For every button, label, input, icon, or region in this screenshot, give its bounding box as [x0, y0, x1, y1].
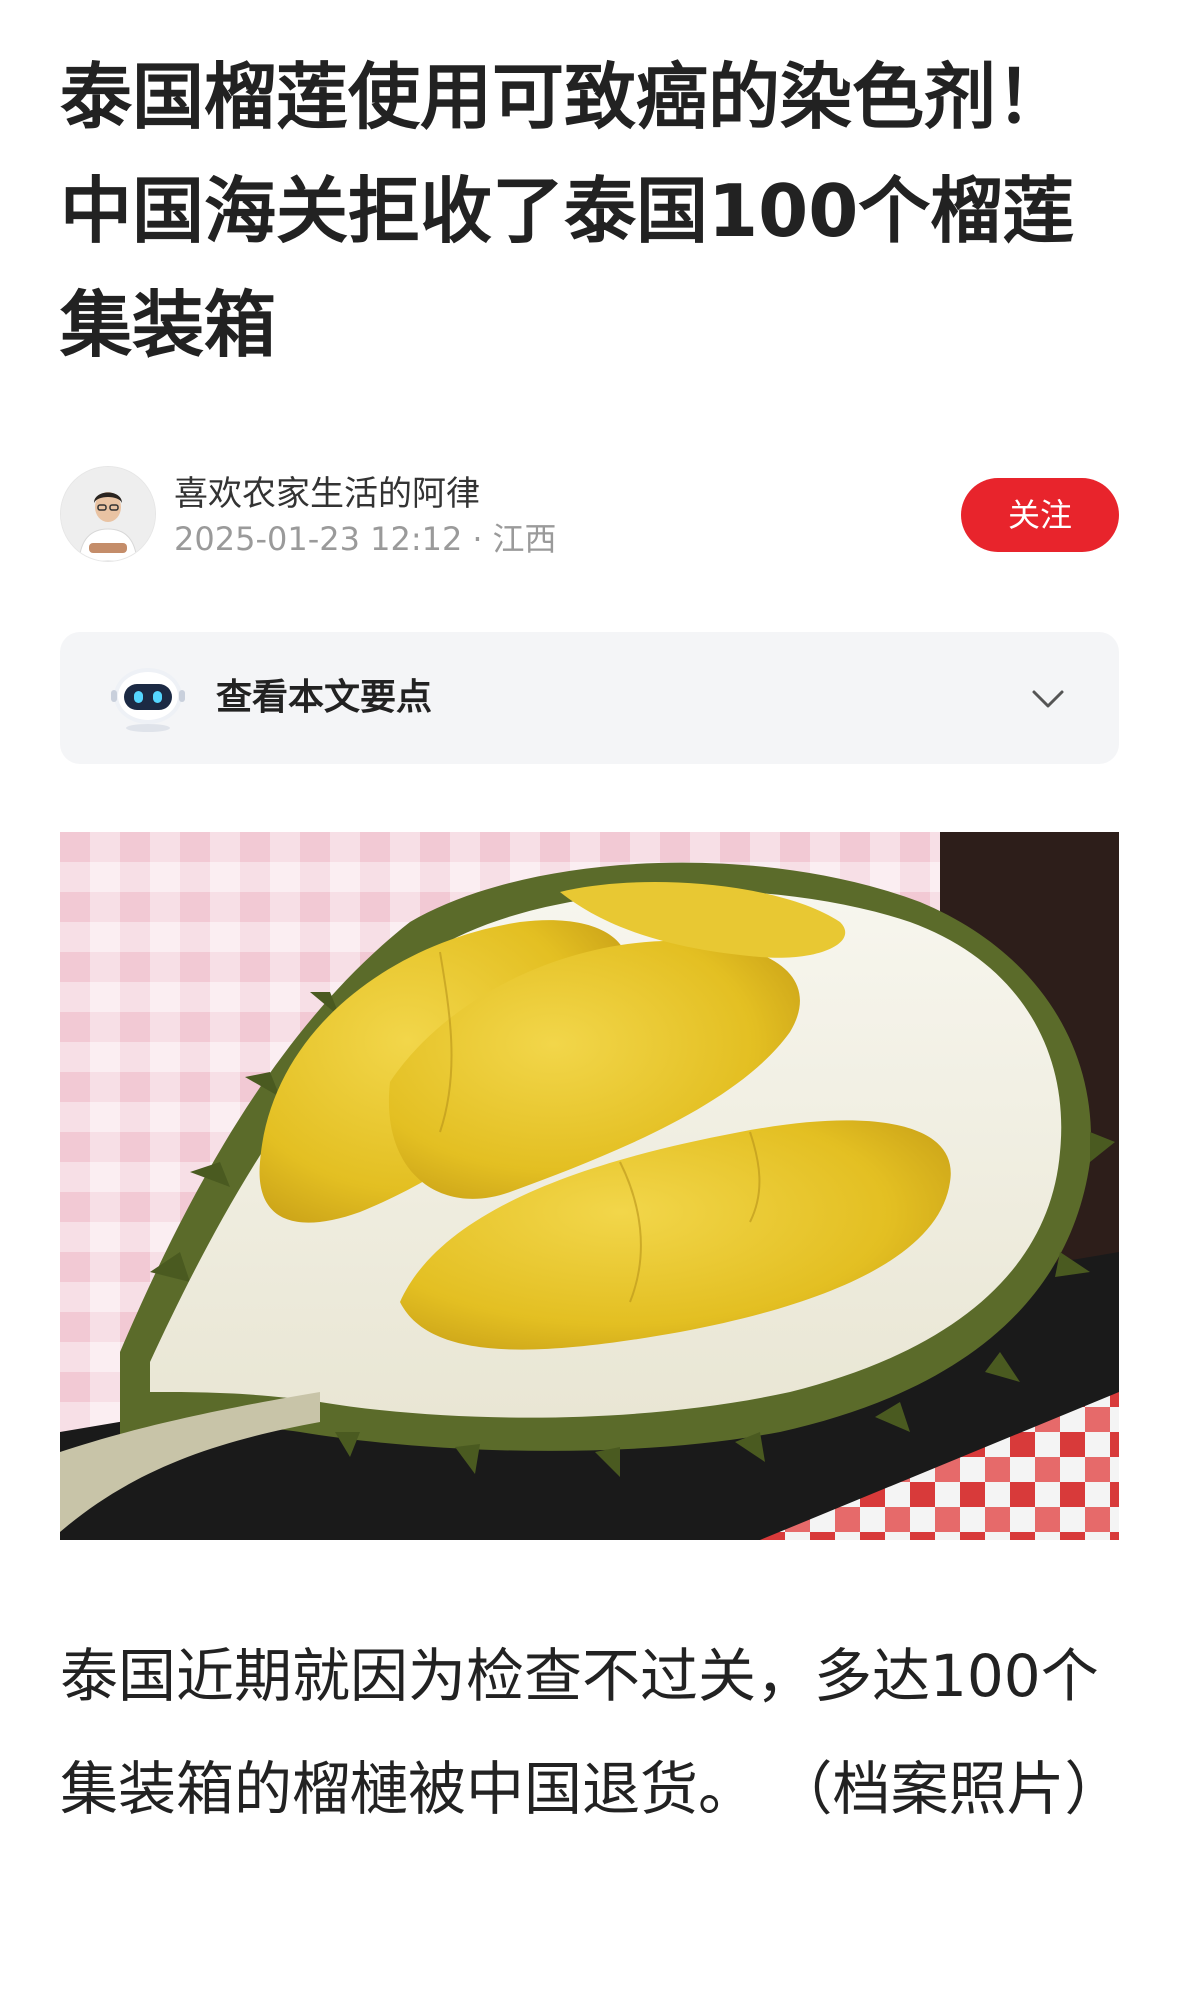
durian-image [60, 832, 1119, 1540]
author-avatar[interactable] [60, 466, 156, 562]
article-body-paragraph: 泰国近期就因为检查不过关，多达100个集装箱的榴槤被中国退货。 （档案照片） [60, 1642, 1123, 1823]
author-location: 江西 [492, 520, 557, 558]
article-title: 泰国榴莲使用可致癌的染色剂！中国海关拒收了泰国100个榴莲集装箱 [60, 55, 1075, 367]
chevron-down-icon [1032, 690, 1064, 708]
durian-photo[interactable] [60, 832, 1119, 1540]
author-meta: 2025-01-23 12:12 · 江西 [174, 518, 557, 560]
article-summary-toggle[interactable]: 查看本文要点 [60, 632, 1119, 764]
publish-datetime: 2025-01-23 12:12 [174, 520, 463, 558]
summary-label: 查看本文要点 [216, 677, 433, 718]
author-name[interactable]: 喜欢农家生活的阿律 [174, 472, 480, 516]
author-row: 喜欢农家生活的阿律 2025-01-23 12:12 · 江西 关注 [60, 466, 1119, 562]
robot-icon [111, 668, 185, 732]
follow-button[interactable]: 关注 [961, 478, 1119, 552]
avatar-portrait-icon [61, 467, 155, 561]
meta-separator: · [472, 520, 483, 558]
